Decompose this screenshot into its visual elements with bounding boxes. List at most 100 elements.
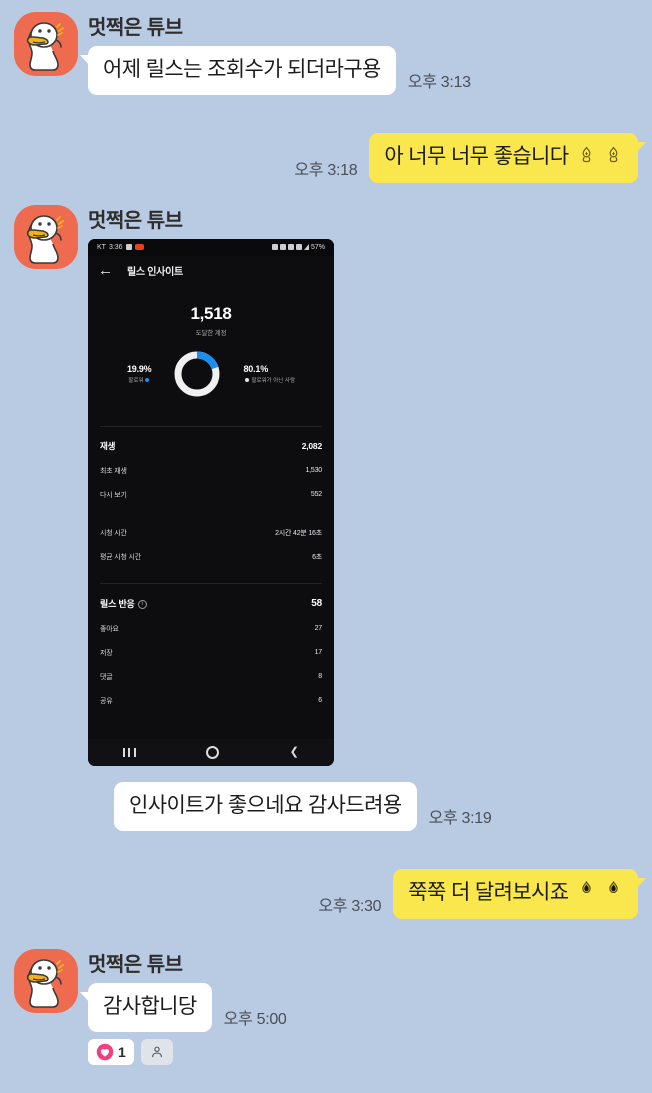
avatar[interactable] <box>14 12 78 76</box>
message-bubble[interactable]: 쭉쭉 더 달려보시죠 <box>393 869 646 919</box>
clock-label: 3:36 <box>108 243 123 251</box>
stat-value: 17 <box>314 649 323 657</box>
message-timestamp: 오후 3:18 <box>294 161 358 179</box>
heart-icon <box>96 1043 114 1061</box>
heart-reaction-chip[interactable]: 1 <box>88 1038 134 1065</box>
donut-chart-area: 19.9% 팔로워 80.1% 팔로워가 아닌 사람 <box>88 346 334 402</box>
add-reaction-chip[interactable] <box>140 1038 173 1065</box>
donut-legend-left: 19.9% 팔로워 <box>127 364 152 384</box>
bubble-line: 오후 3:30 쭉쭉 더 달려보시죠 <box>318 869 646 919</box>
stat-row: 시청 시간 2시간 42분 16초 <box>100 521 322 545</box>
message-timestamp: 오후 3:30 <box>318 897 382 915</box>
bubble-line: 감사합니당 오후 5:00 <box>80 982 287 1032</box>
avatar[interactable] <box>14 204 78 269</box>
follower-legend-label: 팔로워 <box>127 376 152 384</box>
clap-emoji-icon <box>604 145 623 171</box>
reach-summary: 1,518 도달한 계정 19.9% 팔로워 80.1% 팔로워가 아닌 사람 <box>88 285 334 416</box>
avatar[interactable] <box>14 948 78 1013</box>
home-icon[interactable] <box>206 745 220 759</box>
arrow-left-icon[interactable]: ← <box>98 263 113 278</box>
stat-label: 댓글 <box>100 673 113 681</box>
signal-icon <box>303 244 309 251</box>
stat-label: 저장 <box>100 649 113 657</box>
message-timestamp: 오후 3:13 <box>407 74 471 92</box>
fire-emoji-icon <box>577 880 596 906</box>
plays-stats-section: 재생 2,082 최초 재생 1,530 다시 보기 552 시청 시간 2시간… <box>88 426 334 573</box>
reach-label: 도달한 계정 <box>195 329 227 337</box>
stat-row: 평균 시청 시간 6초 <box>100 545 322 569</box>
message-content-column: 멋쩍은 튜브 KT 3:36 57% ← 릴스 인사이트 1,518 도달한 계… <box>88 205 334 766</box>
stat-value: 2시간 42분 16초 <box>275 529 322 537</box>
message-incoming-6: 멋쩍은 튜브 감사합니당 오후 5:00 <box>0 948 652 1032</box>
message-content-column: 멋쩍은 튜브 감사합니당 오후 5:00 <box>80 949 287 1032</box>
reaction-chip-row: 1 <box>0 1038 652 1065</box>
heart-reaction-count: 1 <box>118 1043 126 1060</box>
stat-row: 최초 재생 1,530 <box>100 459 322 483</box>
message-bubble[interactable]: 아 너무 너무 좋습니다 <box>369 133 646 183</box>
stat-value: 552 <box>310 491 322 499</box>
stat-gap <box>100 507 322 521</box>
message-incoming-3: 멋쩍은 튜브 KT 3:36 57% ← 릴스 인사이트 1,518 도달한 계… <box>0 204 652 766</box>
back-icon[interactable]: ❮ <box>290 746 299 758</box>
stat-value: 58 <box>311 597 322 609</box>
stat-row: 좋아요 27 <box>100 617 322 641</box>
message-bubble[interactable]: 어제 릴스는 조회수가 되더라구용 <box>80 46 396 96</box>
message-bubble[interactable]: 감사합니당 <box>80 982 212 1032</box>
bubble-line: 인사이트가 좋으네요 감사드려용 오후 3:19 <box>114 781 492 832</box>
info-icon[interactable]: i <box>137 599 147 609</box>
reach-value: 1,518 <box>190 303 232 323</box>
stat-row: 저장 17 <box>100 641 322 665</box>
chat-thread: 멋쩍은 튜브 어제 릴스는 조회수가 되더라구용 오후 3:13 오후 3:18… <box>0 0 652 1093</box>
stat-row: 댓글 8 <box>100 665 322 689</box>
message-bubble[interactable]: 인사이트가 좋으네요 감사드려용 <box>114 781 417 832</box>
non-follower-percent: 80.1% <box>243 363 269 374</box>
person-icon <box>151 1046 162 1058</box>
bubble-line: 오후 3:18 아 너무 너무 좋습니다 <box>294 133 646 183</box>
stat-value: 6 <box>318 697 322 705</box>
sender-name: 멋쩍은 튜브 <box>88 953 183 976</box>
screenshot-spacer <box>88 716 334 739</box>
donut-legend-right: 80.1% 팔로워가 아닌 사람 <box>243 364 295 384</box>
stat-label: 재생 <box>100 440 116 451</box>
follower-percent: 19.9% <box>126 363 152 374</box>
recents-icon[interactable] <box>123 747 137 757</box>
phone-status-bar: KT 3:36 57% <box>88 238 334 256</box>
stat-label: 시청 시간 <box>100 529 127 537</box>
legend-dot-blue-icon <box>145 377 150 382</box>
status-bar-right: 57% <box>271 244 325 251</box>
stat-label: 좋아요 <box>100 625 119 633</box>
duck-avatar-icon <box>14 948 78 1013</box>
duck-avatar-icon <box>14 204 78 269</box>
reactions-stats-section: 릴스 반응 i 58 좋아요 27 저장 17 댓글 8 공유 6 <box>88 583 334 717</box>
message-content-column: 멋쩍은 튜브 어제 릴스는 조회수가 되더라구용 오후 3:13 <box>80 12 471 96</box>
fire-emoji-icon <box>604 880 623 906</box>
non-follower-legend-label: 팔로워가 아닌 사람 <box>243 376 295 384</box>
message-timestamp: 오후 5:00 <box>223 1010 287 1028</box>
stat-value: 8 <box>318 673 322 681</box>
stat-label: 다시 보기 <box>100 491 127 499</box>
screenshot-title: 릴스 인사이트 <box>127 267 183 279</box>
carrier-label: KT <box>97 243 106 251</box>
sender-name: 멋쩍은 튜브 <box>88 209 183 232</box>
mute-icon <box>279 244 286 251</box>
screenshot-appbar: ← 릴스 인사이트 <box>88 255 334 286</box>
attached-screenshot[interactable]: KT 3:36 57% ← 릴스 인사이트 1,518 도달한 계정 19.9%… <box>88 238 334 766</box>
android-nav-bar: ❮ <box>88 738 334 766</box>
stat-row: 재생 2,082 <box>100 433 322 459</box>
app-badge-icon <box>125 244 132 251</box>
stat-label: 공유 <box>100 697 113 705</box>
sender-name: 멋쩍은 튜브 <box>88 17 183 39</box>
stat-label: 릴스 반응 i <box>100 597 147 610</box>
legend-dot-white-icon <box>245 377 250 382</box>
stat-row: 공유 6 <box>100 689 322 713</box>
stat-value: 6초 <box>312 553 322 561</box>
duck-avatar-icon <box>14 12 78 76</box>
bubble-line: 어제 릴스는 조회수가 되더라구용 오후 3:13 <box>80 46 471 96</box>
message-text: 아 너무 너무 좋습니다 <box>384 145 569 169</box>
message-text: 쭉쭉 더 달려보시죠 <box>408 881 569 905</box>
stat-value: 1,530 <box>305 467 322 475</box>
stat-label: 최초 재생 <box>100 467 127 475</box>
message-incoming-1: 멋쩍은 튜브 어제 릴스는 조회수가 되더라구용 오후 3:13 <box>0 0 652 96</box>
bluetooth-icon <box>295 244 302 251</box>
message-timestamp: 오후 3:19 <box>428 810 492 828</box>
